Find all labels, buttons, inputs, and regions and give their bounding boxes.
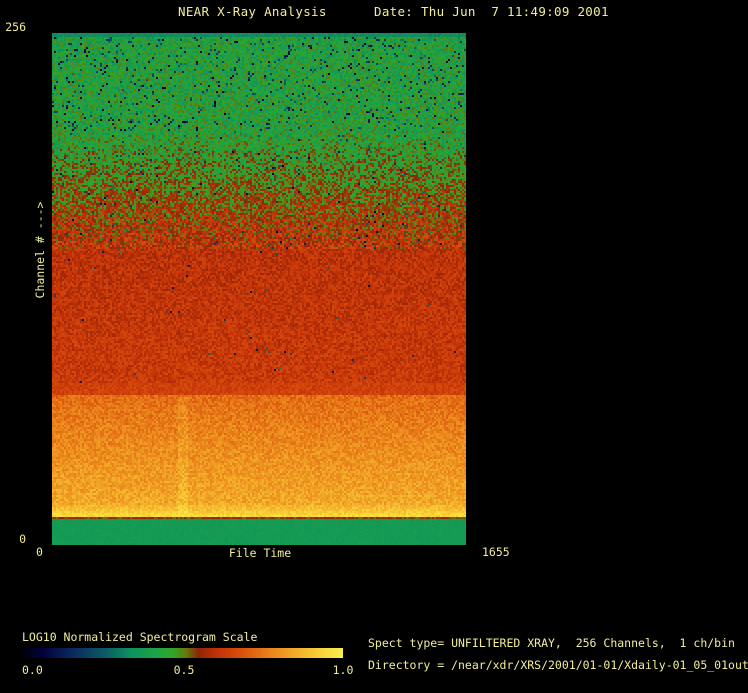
spectrogram-canvas xyxy=(52,33,466,545)
date-label: Date: Thu Jun 7 11:49:09 2001 xyxy=(374,4,609,19)
colorbar-tick-1: 0.5 xyxy=(173,663,195,677)
colorbar-gradient xyxy=(22,648,343,658)
x-axis-tick-min: 0 xyxy=(36,545,43,559)
y-axis-tick-min: 0 xyxy=(19,532,26,546)
directory-info: Directory = /near/xdr/XRS/2001/01-01/Xda… xyxy=(368,658,748,672)
colorbar-label: LOG10 Normalized Spectrogram Scale xyxy=(22,630,258,644)
x-axis-label: File Time xyxy=(228,546,292,560)
xray-analysis-plot-window: NEAR X-Ray Analysis Date: Thu Jun 7 11:4… xyxy=(0,0,748,693)
x-axis-tick-max: 1655 xyxy=(482,545,510,559)
y-axis-tick-max: 256 xyxy=(5,20,26,34)
page-title: NEAR X-Ray Analysis xyxy=(178,4,327,19)
colorbar-tick-0: 0.0 xyxy=(22,663,43,677)
spect-type-info: Spect type= UNFILTERED XRAY, 256 Channel… xyxy=(368,636,735,650)
y-axis-label: Channel # ---> xyxy=(33,201,47,299)
colorbar-tick-2: 1.0 xyxy=(332,663,354,677)
